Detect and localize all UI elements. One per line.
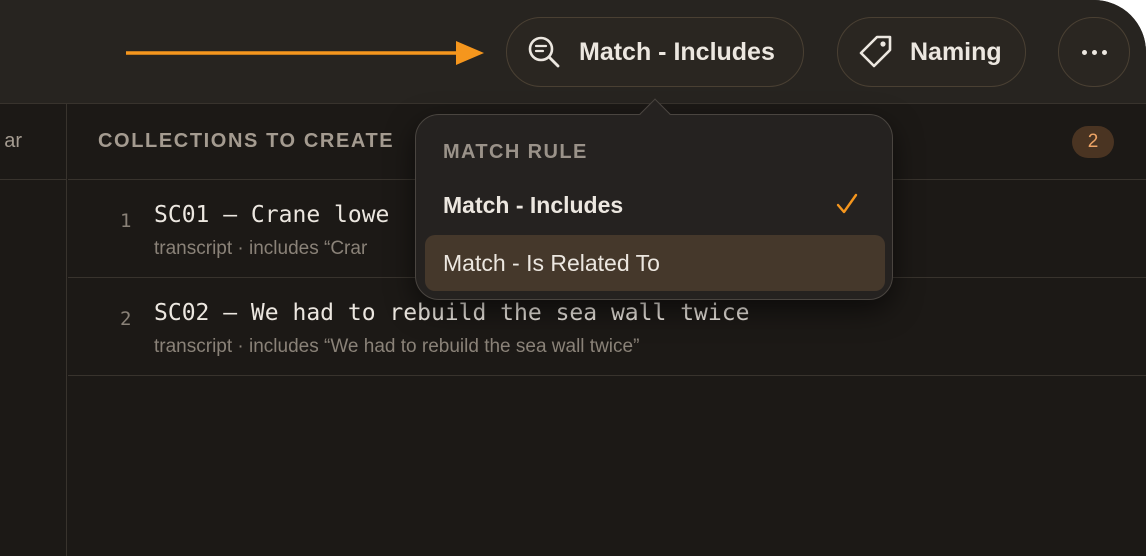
row-detail: transcript · includes “We had to rebuild…	[154, 336, 640, 357]
match-rule-dropdown: MATCH RULE Match - Includes Match - Is R…	[415, 98, 893, 300]
more-options-button[interactable]	[1058, 17, 1130, 87]
row-name: SC02 – We had to rebuild the sea wall tw…	[154, 300, 750, 326]
checkmark-icon	[835, 192, 859, 222]
sidebar-header-label: ar	[4, 130, 22, 152]
sidebar: ar	[0, 104, 67, 556]
naming-button-label: Naming	[910, 37, 1002, 66]
match-rule-button-label: Match - Includes	[579, 37, 775, 66]
count-badge: 2	[1072, 126, 1114, 158]
match-rule-button[interactable]: Match - Includes	[506, 17, 804, 87]
row-name: SC01 – Crane lowe	[154, 202, 390, 228]
tag-icon	[856, 33, 894, 71]
search-list-icon	[525, 33, 563, 71]
option-match-includes[interactable]: Match - Includes	[425, 177, 885, 233]
annotation-arrow	[126, 41, 484, 65]
ellipsis-icon	[1081, 49, 1107, 55]
option-label: Match - Is Related To	[443, 249, 660, 276]
app-window: Match - Includes Naming ar COLLECTIONS T…	[0, 0, 1146, 556]
sidebar-header: ar	[0, 104, 66, 180]
row-number: 1	[120, 210, 132, 232]
collections-title: COLLECTIONS TO CREATE	[98, 130, 395, 152]
toolbar: Match - Includes Naming	[0, 0, 1146, 104]
dropdown-title: MATCH RULE	[443, 141, 588, 163]
option-match-is-related-to[interactable]: Match - Is Related To	[425, 235, 885, 291]
option-label: Match - Includes	[443, 191, 624, 218]
row-number: 2	[120, 308, 132, 330]
row-detail: transcript · includes “Crar	[154, 238, 368, 259]
naming-button[interactable]: Naming	[837, 17, 1026, 87]
